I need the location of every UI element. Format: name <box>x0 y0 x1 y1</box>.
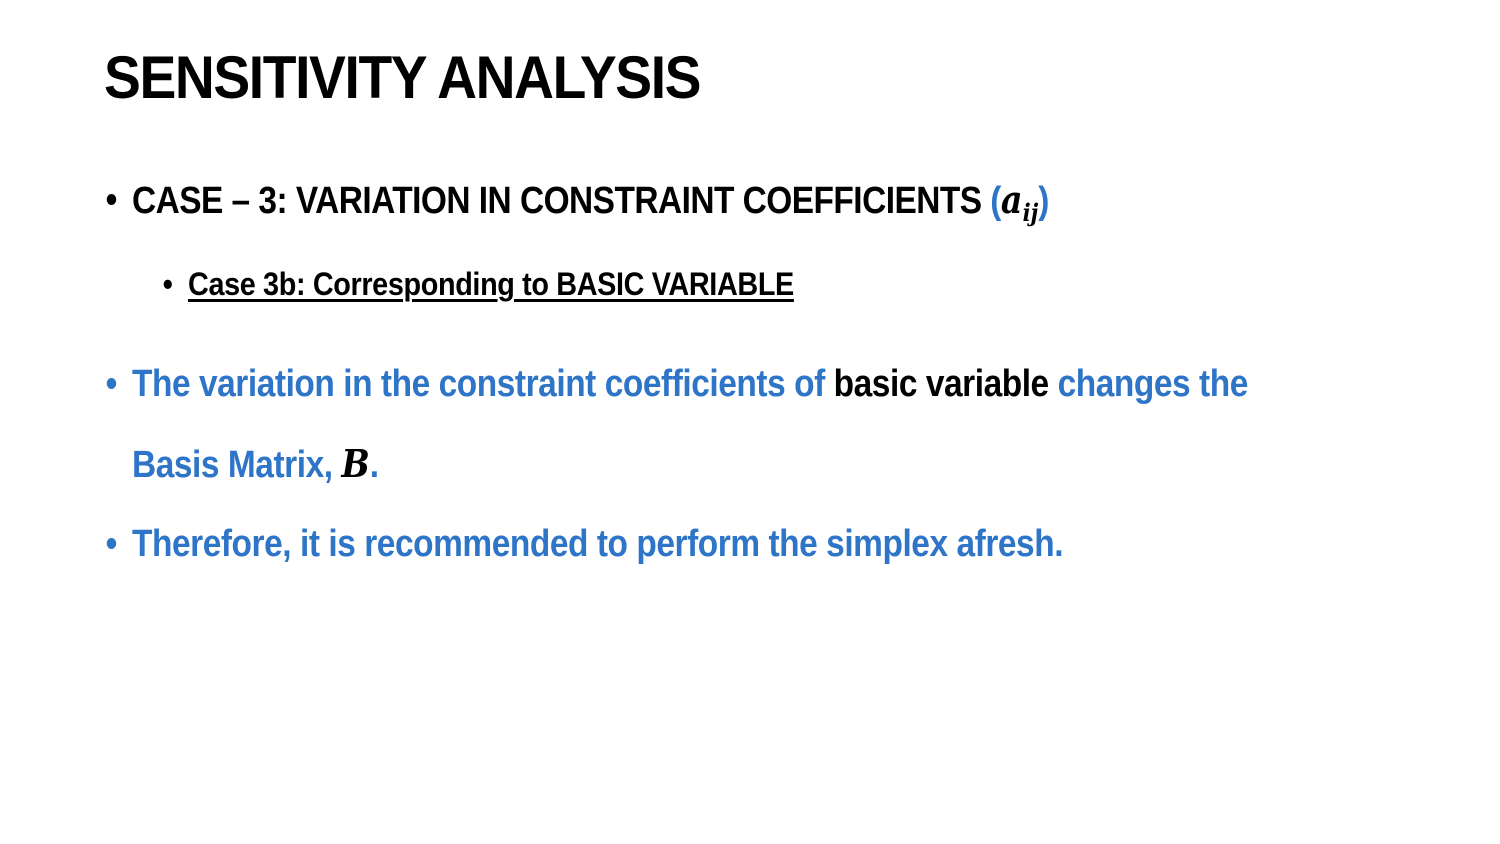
point1-line2: Basis Matrix, B. <box>132 424 1364 505</box>
case-paren-close: ) <box>1038 180 1049 222</box>
case-math-base: a <box>1000 177 1023 222</box>
case-label: CASE – 3: VARIATION IN CONSTRAINT COEFFI… <box>132 180 991 222</box>
point-recommendation: • Therefore, it is recommended to perfor… <box>106 518 1064 570</box>
point1-highlight: basic variable <box>833 363 1050 405</box>
point-basis-matrix: • The variation in the constraint coeffi… <box>106 344 1364 505</box>
slide-title: SENSITIVITY ANALYSIS <box>104 44 702 111</box>
point1-part1: The variation in the constraint coeffici… <box>132 363 834 405</box>
case-math-subscript: ij <box>1022 198 1039 227</box>
case-paren-open: ( <box>990 180 1001 222</box>
subcase-label: Case 3b: Corresponding to BASIC VARIABLE <box>188 266 794 302</box>
point1-line2-text: Basis Matrix, <box>132 444 342 486</box>
point1-part2: changes the <box>1048 363 1249 405</box>
point1-math-symbol: B <box>341 441 370 486</box>
slide: SENSITIVITY ANALYSIS • CASE – 3: VARIATI… <box>0 0 1500 844</box>
bullet-icon: • <box>105 363 118 405</box>
case-math-symbol: aij <box>1000 177 1038 227</box>
point1-end: . <box>369 444 379 486</box>
point2-text: Therefore, it is recommended to perform … <box>132 523 1064 565</box>
bullet-icon: • <box>105 179 118 221</box>
subcase-item: • Case 3b: Corresponding to BASIC VARIAB… <box>163 262 794 306</box>
case-heading: • CASE – 3: VARIATION IN CONSTRAINT COEF… <box>106 174 1050 239</box>
bullet-icon: • <box>105 523 118 565</box>
bullet-icon: • <box>162 266 173 302</box>
